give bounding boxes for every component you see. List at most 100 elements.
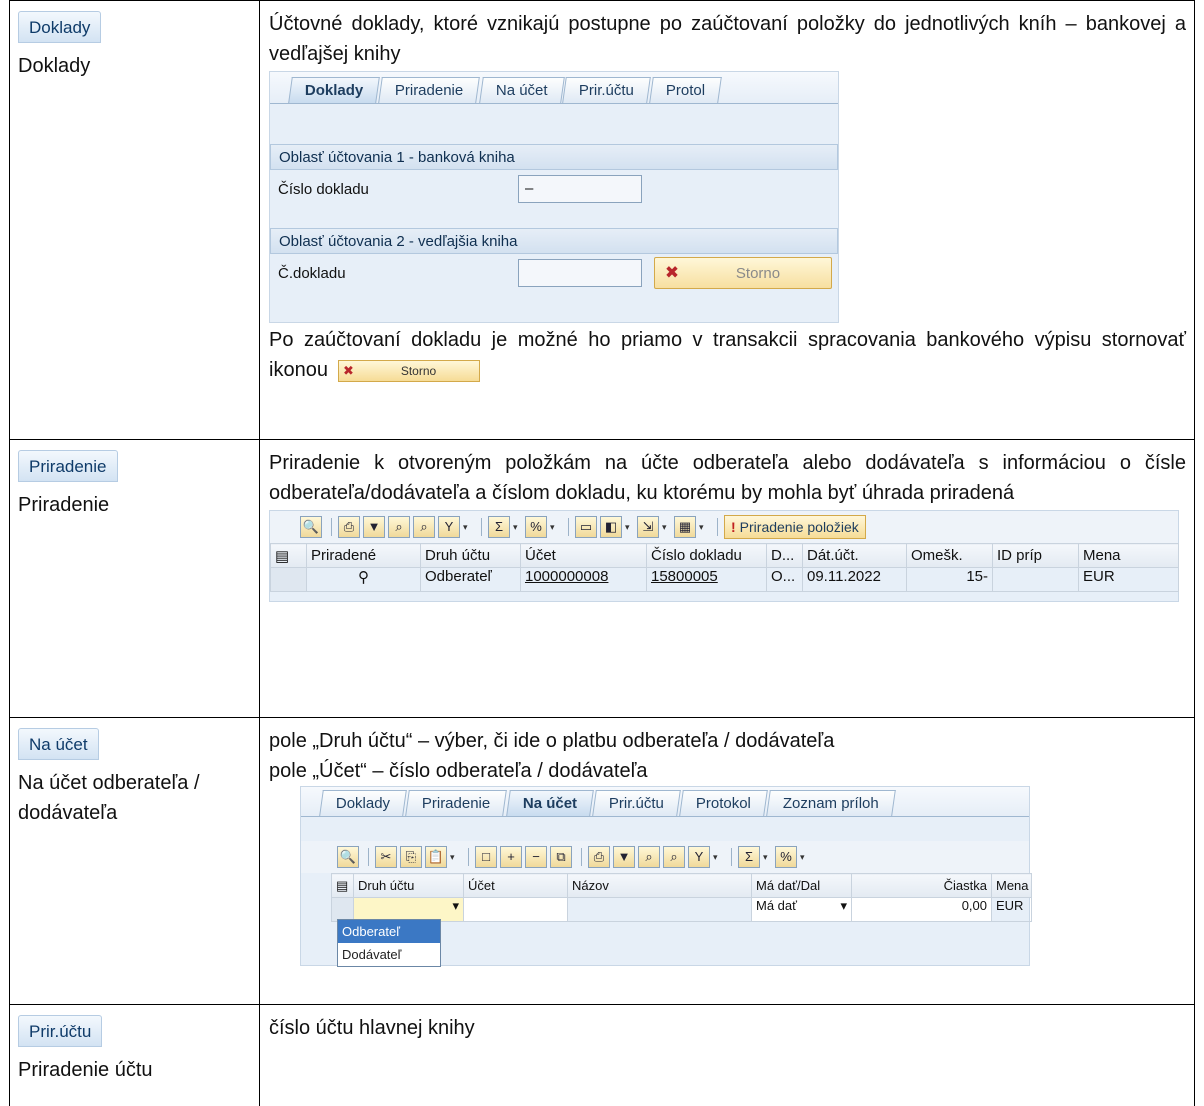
warning-icon: ! <box>731 519 736 535</box>
tab-doklady[interactable]: Doklady <box>319 790 408 816</box>
assignment-grid: ▤ Priradené Druh účtu Účet Číslo dokladu… <box>270 543 1179 592</box>
ma-dat-select[interactable]: Má dať ▾ <box>751 897 852 922</box>
col-mena[interactable]: Mena <box>991 873 1032 898</box>
subledger-doc-field[interactable] <box>518 259 642 287</box>
sum-icon[interactable]: Σ <box>488 516 510 538</box>
tab-protokol[interactable]: Protokol <box>678 790 768 816</box>
amount-input[interactable]: 0,00 <box>851 897 992 922</box>
priradenie-description: Priradenie k otvoreným položkám na účte … <box>269 452 1186 504</box>
alv-toolbar: 🔍 ✂ ⎘ 📋 ▾ □ + − ⧉ ⎙ ▼ ⌕ ⌕ Y ▾ Σ ▾ % ▾ <box>301 841 1029 873</box>
set-filter-icon[interactable]: Y <box>438 516 460 538</box>
row-priradenie: Priradenie Priradenie Priradenie k otvor… <box>9 439 1195 718</box>
alv-toolbar: 🔍 ⎙ ▼ ⌕ ⌕ Y ▾ Σ ▾ % ▾ ▭ ◧ ▾ ⇲ ▾ ▦ ▾ ! Pr… <box>270 511 1178 543</box>
new-row-icon[interactable]: □ <box>475 846 497 868</box>
document-table: Doklady Doklady Účtovné doklady, ktoré v… <box>9 0 1195 1106</box>
col-ma-dat-dal[interactable]: Má dať/Dal <box>751 873 852 898</box>
find-next-icon[interactable]: ⌕ <box>663 846 685 868</box>
prir-uctu-description: číslo účtu hlavnej knihy <box>269 1017 475 1039</box>
na-ucet-caption: Na účet odberateľa / dodávateľa <box>18 772 200 824</box>
prir-uctu-caption: Priradenie účtu <box>18 1059 153 1081</box>
find-next-icon[interactable]: ⌕ <box>413 516 435 538</box>
tab-prir-uctu[interactable]: Prir.účtu <box>562 77 652 103</box>
na-ucet-screenshot: Doklady Priradenie Na účet Prir.účtu Pro… <box>300 786 1032 967</box>
doklady-caption: Doklady <box>18 55 91 77</box>
tab-strip: Doklady Priradenie Na účet Prir.účtu Pro… <box>301 787 1029 817</box>
tab-zoznam-priloh[interactable]: Zoznam príloh <box>766 790 896 816</box>
druh-uctu-line: pole „Druh účtu“ – výber, či ide o platb… <box>269 730 835 752</box>
details-icon[interactable]: 🔍 <box>300 516 322 538</box>
druh-uctu-dropdown: Odberateľ Dodávateľ <box>337 919 441 967</box>
chevron-down-icon[interactable]: ▾ <box>452 899 459 915</box>
storno-button[interactable]: ✖ Storno <box>654 257 832 289</box>
layout-icon[interactable]: ▦ <box>674 516 696 538</box>
document-number-field[interactable]: – <box>518 175 642 203</box>
copy-icon[interactable]: ⎘ <box>400 846 422 868</box>
group-subledger: Oblasť účtovania 2 - vedľajšia kniha <box>270 228 838 254</box>
filter-icon[interactable]: ▼ <box>363 516 385 538</box>
filter-icon[interactable]: ▼ <box>613 846 635 868</box>
col-ucet[interactable]: Účet <box>463 873 568 898</box>
col-druh-uctu[interactable]: Druh účtu <box>420 543 521 568</box>
col-nazov[interactable]: Názov <box>567 873 752 898</box>
col-ucet[interactable]: Účet <box>520 543 647 568</box>
col-ciastka[interactable]: Čiastka <box>851 873 992 898</box>
group-banking-book: Oblasť účtovania 1 - banková kniha <box>270 144 838 170</box>
account-grid: ▤ Druh účtu Účet Názov Má dať/Dal Čiastk… <box>331 873 1032 922</box>
col-mena[interactable]: Mena <box>1078 543 1179 568</box>
priradenie-tab-chip: Priradenie <box>18 450 118 482</box>
row-doklady: Doklady Doklady Účtovné doklady, ktoré v… <box>9 0 1195 440</box>
option-dodavatel[interactable]: Dodávateľ <box>338 943 440 966</box>
set-filter-icon[interactable]: Y <box>688 846 710 868</box>
prir-uctu-tab-chip: Prir.účtu <box>18 1015 103 1047</box>
currency-cell: EUR <box>991 897 1032 922</box>
storno-icon: ✖ <box>664 263 680 282</box>
col-priradene[interactable]: Priradené <box>306 543 421 568</box>
grid-layout-icon[interactable]: ▤ <box>331 873 354 898</box>
col-cislo-dokladu[interactable]: Číslo dokladu <box>646 543 767 568</box>
paste-icon[interactable]: 📋 <box>425 846 447 868</box>
assign-items-button[interactable]: ! Priradenie položiek <box>724 515 866 539</box>
export-icon[interactable]: ⇲ <box>637 516 659 538</box>
cut-icon[interactable]: ✂ <box>375 846 397 868</box>
priradenie-screenshot: 🔍 ⎙ ▼ ⌕ ⌕ Y ▾ Σ ▾ % ▾ ▭ ◧ ▾ ⇲ ▾ ▦ ▾ ! Pr… <box>269 510 1179 602</box>
tab-na-ucet[interactable]: Na účet <box>478 77 565 103</box>
row-selector[interactable] <box>270 567 307 592</box>
print-preview-icon[interactable]: ▭ <box>575 516 597 538</box>
option-odberatel[interactable]: Odberateľ <box>338 920 440 943</box>
delete-row-icon[interactable]: − <box>525 846 547 868</box>
tab-na-ucet[interactable]: Na účet <box>505 790 594 816</box>
col-druh-uctu[interactable]: Druh účtu <box>353 873 464 898</box>
col-omesk[interactable]: Omešk. <box>906 543 993 568</box>
views-icon[interactable]: ◧ <box>600 516 622 538</box>
copy-row-icon[interactable]: ⧉ <box>550 846 572 868</box>
grid-header: ▤ Druh účtu Účet Názov Má dať/Dal Čiastk… <box>331 873 1032 898</box>
col-d[interactable]: D... <box>766 543 803 568</box>
find-icon[interactable]: ⌕ <box>638 846 660 868</box>
ucet-input[interactable] <box>463 897 568 922</box>
col-dat-uct[interactable]: Dát.účt. <box>802 543 907 568</box>
tab-priradenie[interactable]: Priradenie <box>378 77 481 103</box>
chevron-down-icon[interactable]: ▾ <box>840 899 847 915</box>
priradenie-caption: Priradenie <box>18 494 110 516</box>
nazov-cell <box>567 897 752 922</box>
insert-row-icon[interactable]: + <box>500 846 522 868</box>
druh-uctu-select[interactable]: ▾ <box>353 897 464 922</box>
table-row: ⚲ Odberateľ 1000000008 15800005 O... 09.… <box>270 567 1179 592</box>
tab-prir-uctu[interactable]: Prir.účtu <box>591 790 681 816</box>
subtotal-icon[interactable]: % <box>525 516 547 538</box>
grid-layout-icon[interactable]: ▤ <box>270 543 307 568</box>
row-selector[interactable] <box>331 897 354 922</box>
tab-priradenie[interactable]: Priradenie <box>405 790 508 816</box>
row-na-ucet: Na účet Na účet odberateľa / dodávateľa … <box>9 717 1195 1005</box>
subtotal-icon[interactable]: % <box>775 846 797 868</box>
details-icon[interactable]: 🔍 <box>337 846 359 868</box>
print-icon[interactable]: ⎙ <box>588 846 610 868</box>
sum-icon[interactable]: Σ <box>738 846 760 868</box>
print-icon[interactable]: ⎙ <box>338 516 360 538</box>
account-link[interactable]: 1000000008 <box>525 569 608 586</box>
col-id-prip[interactable]: ID príp <box>992 543 1079 568</box>
tab-protokol[interactable]: Protol <box>649 77 723 103</box>
find-icon[interactable]: ⌕ <box>388 516 410 538</box>
tab-doklady[interactable]: Doklady <box>288 77 381 103</box>
document-link[interactable]: 15800005 <box>651 569 718 586</box>
